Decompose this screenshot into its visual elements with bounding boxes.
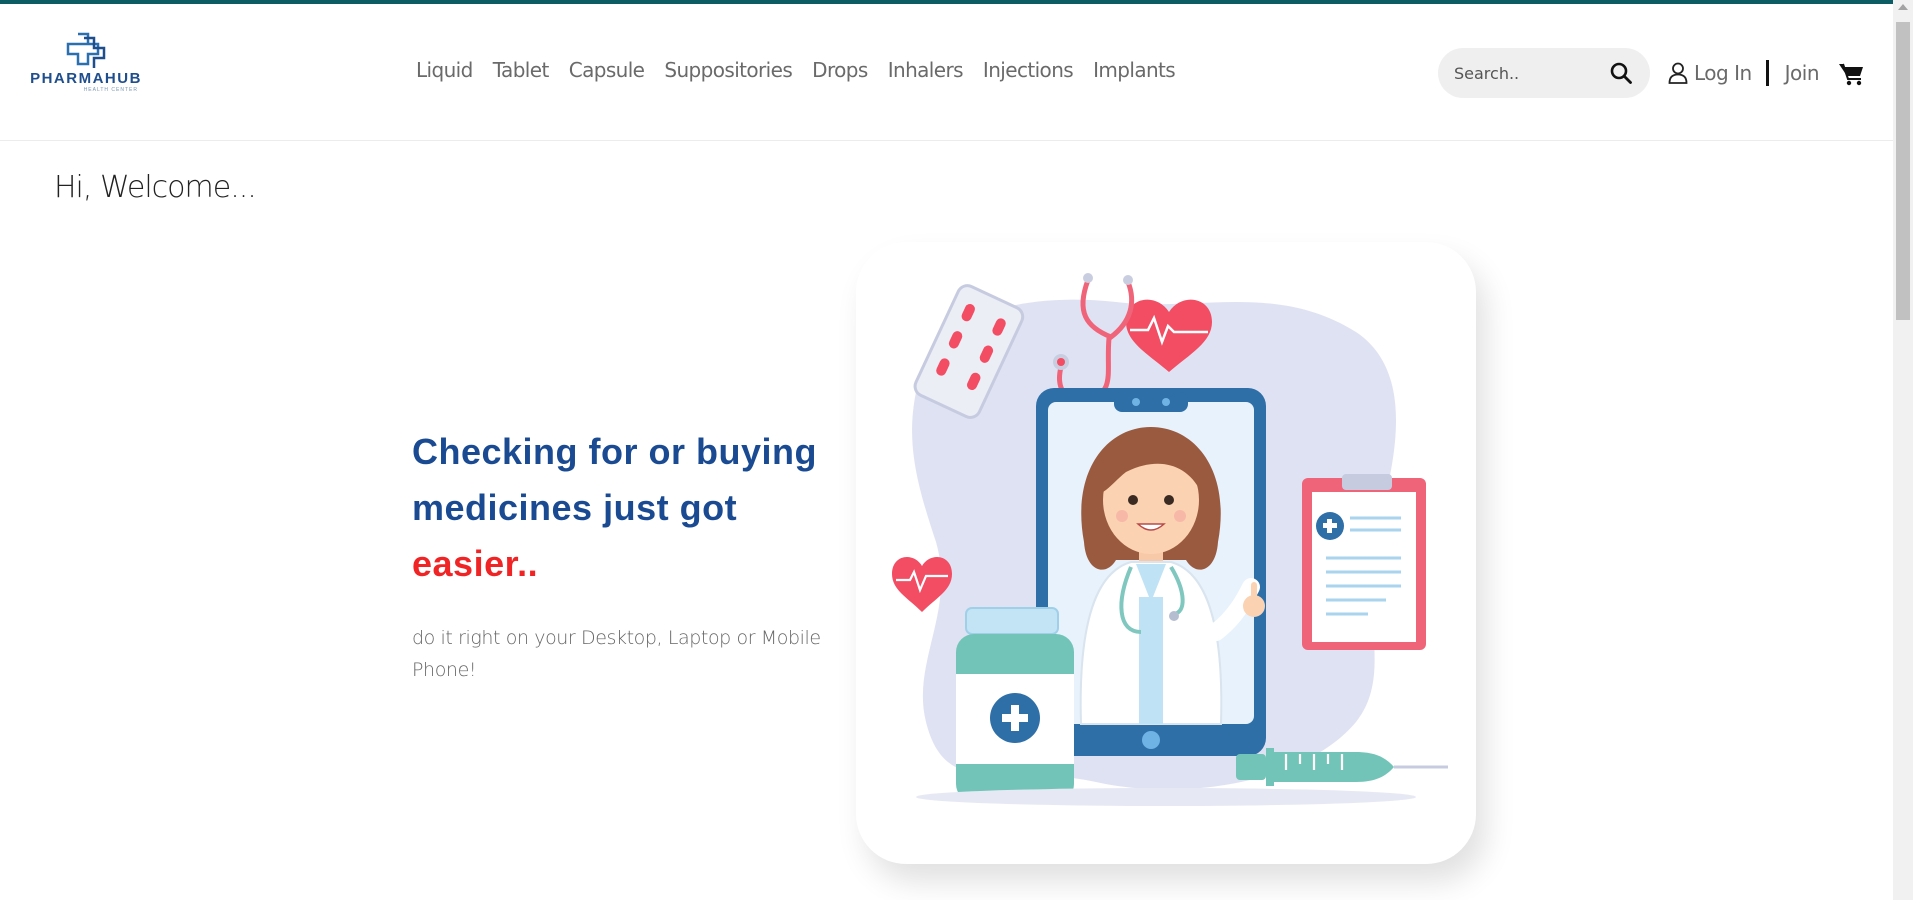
cart-icon[interactable] — [1838, 62, 1864, 86]
hero-headline: Checking for or buying medicines just go… — [412, 424, 862, 592]
logo-cross-icon — [66, 32, 106, 68]
account-divider — [1765, 60, 1769, 86]
nav-item-injections[interactable]: Injections — [983, 58, 1074, 82]
brand-name: PHARMAHUB — [30, 70, 142, 87]
nav-item-tablet[interactable]: Tablet — [493, 58, 550, 82]
hero-text-block: Checking for or buying medicines just go… — [412, 424, 862, 705]
nav-item-capsule[interactable]: Capsule — [569, 58, 645, 82]
login-link[interactable]: Log In — [1694, 61, 1752, 85]
account-links: Log In Join — [1668, 60, 1820, 86]
nav-item-drops[interactable]: Drops — [812, 58, 868, 82]
search-icon[interactable] — [1610, 62, 1632, 84]
brand-tagline: HEALTH CENTER — [83, 87, 138, 93]
welcome-heading: Hi, Welcome... — [54, 170, 257, 205]
search-input[interactable] — [1452, 62, 1606, 84]
nav-item-liquid[interactable]: Liquid — [416, 58, 473, 82]
site-header: PHARMAHUB HEALTH CENTER Liquid Tablet Ca… — [0, 4, 1893, 141]
hero-subtext: do it right on your Desktop, Laptop or M… — [412, 627, 821, 681]
medicine-bottle-icon — [956, 607, 1074, 802]
user-icon[interactable] — [1668, 62, 1688, 84]
headline-line-1: Checking for or buying — [412, 431, 818, 472]
category-nav: Liquid Tablet Capsule Suppositories Drop… — [416, 58, 1195, 82]
nav-item-implants[interactable]: Implants — [1093, 58, 1176, 82]
scroll-thumb[interactable] — [1896, 22, 1910, 320]
headline-highlight: easier.. — [412, 543, 539, 584]
syringe-icon — [1236, 748, 1448, 786]
brand-logo[interactable]: PHARMAHUB HEALTH CENTER — [26, 32, 146, 102]
nav-item-suppositories[interactable]: Suppositories — [664, 58, 792, 82]
page-scrollbar[interactable] — [1893, 0, 1913, 900]
scroll-up-arrow-icon[interactable] — [1898, 4, 1908, 10]
search-bar — [1438, 48, 1650, 98]
join-link[interactable]: Join — [1785, 61, 1820, 85]
hero-illustration-card — [856, 242, 1476, 864]
headline-line-2: medicines just got — [412, 487, 738, 528]
doctor-on-phone-illustration — [892, 273, 1448, 806]
nav-item-inhalers[interactable]: Inhalers — [888, 58, 964, 82]
